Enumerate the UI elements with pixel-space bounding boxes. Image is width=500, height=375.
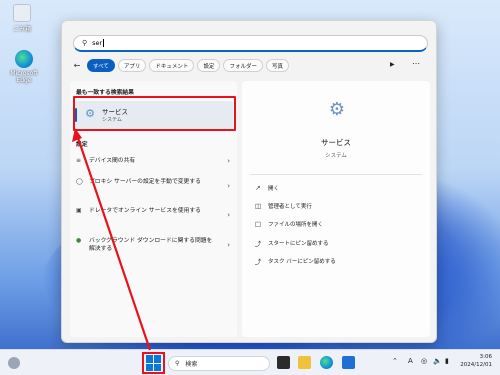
annotation-arrow	[72, 128, 152, 351]
arrow-line	[75, 134, 152, 351]
arrow-head	[72, 128, 82, 142]
